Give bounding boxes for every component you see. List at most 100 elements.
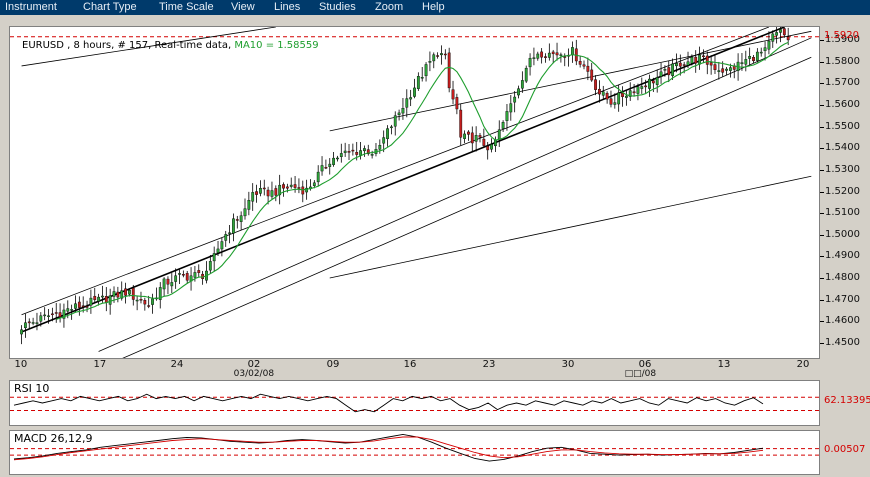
x-tick-label: 13 bbox=[717, 359, 731, 370]
candle-body bbox=[147, 305, 151, 307]
candle bbox=[278, 174, 282, 205]
candle-body bbox=[347, 151, 351, 153]
candle bbox=[659, 62, 663, 84]
rsi-pane[interactable]: RSI 10 bbox=[9, 380, 820, 426]
candle-body bbox=[617, 92, 621, 105]
candle-body bbox=[316, 171, 320, 183]
candle-body bbox=[135, 299, 139, 302]
candle-body bbox=[420, 77, 424, 79]
candle bbox=[297, 178, 301, 194]
candle bbox=[759, 47, 763, 57]
candle bbox=[389, 124, 393, 135]
menu-instrument[interactable]: Instrument bbox=[5, 0, 57, 15]
menu-lines[interactable]: Lines bbox=[274, 0, 300, 15]
candle bbox=[54, 302, 58, 323]
candle bbox=[424, 62, 428, 82]
candle-body bbox=[578, 61, 582, 65]
macd-value-label: 0.00507 bbox=[824, 444, 866, 455]
candle bbox=[571, 41, 574, 63]
candle bbox=[467, 130, 470, 141]
candle bbox=[31, 317, 35, 326]
candle-body bbox=[124, 288, 127, 296]
menu-chart-type[interactable]: Chart Type bbox=[83, 0, 137, 15]
candle-body bbox=[112, 291, 116, 297]
rsi-y-axis: 62.13395 bbox=[820, 380, 870, 426]
candle bbox=[409, 89, 413, 107]
y-tick-mark bbox=[820, 83, 824, 85]
candle-body bbox=[416, 76, 420, 89]
candle-body bbox=[432, 54, 436, 62]
candle bbox=[89, 289, 93, 314]
candle bbox=[62, 303, 66, 328]
x-month-label: 03/02/08 bbox=[233, 369, 275, 379]
y-tick-label: 1.5400 bbox=[825, 142, 860, 154]
candle bbox=[262, 179, 266, 196]
candle-body bbox=[81, 305, 85, 307]
x-tick-label: 16 bbox=[403, 359, 417, 370]
candle-body bbox=[698, 54, 701, 65]
candle-body bbox=[501, 122, 505, 129]
candle-body bbox=[655, 77, 659, 85]
menu-studies[interactable]: Studies bbox=[319, 0, 356, 15]
candle bbox=[274, 185, 278, 202]
candle-body bbox=[39, 315, 43, 322]
candle-body bbox=[497, 129, 501, 140]
x-tick-label: 17 bbox=[93, 359, 107, 370]
menu-zoom[interactable]: Zoom bbox=[375, 0, 403, 15]
candle-body bbox=[590, 69, 594, 81]
rsi-title: RSI 10 bbox=[14, 382, 50, 395]
candle bbox=[247, 191, 251, 216]
candle bbox=[359, 141, 362, 160]
candle bbox=[104, 287, 108, 312]
candle bbox=[139, 291, 143, 304]
candle-body bbox=[779, 29, 782, 33]
candle-body bbox=[228, 232, 231, 234]
candle bbox=[320, 156, 324, 176]
rsi-chart-svg bbox=[10, 393, 819, 413]
candle-body bbox=[301, 186, 305, 195]
candle-body bbox=[748, 55, 752, 59]
candle bbox=[490, 138, 493, 153]
candle-body bbox=[598, 88, 601, 95]
candle bbox=[339, 143, 343, 163]
candle-body bbox=[389, 126, 393, 129]
chart-frame: EURUSD , 8 hours, # 157, Real-time data,… bbox=[0, 15, 870, 477]
candle-body bbox=[632, 91, 636, 94]
candle-body bbox=[528, 57, 532, 68]
candle bbox=[520, 71, 524, 93]
candle-body bbox=[759, 51, 763, 54]
candle bbox=[58, 303, 62, 323]
candle-body bbox=[220, 241, 224, 250]
candle-body bbox=[443, 53, 447, 56]
candle-body bbox=[108, 295, 112, 305]
candle-body bbox=[47, 315, 50, 317]
candle-body bbox=[58, 312, 62, 317]
candle bbox=[405, 89, 409, 118]
candle-body bbox=[393, 115, 397, 127]
menu-time-scale[interactable]: Time Scale bbox=[159, 0, 214, 15]
ma-value-label: MA10 = 1.58559 bbox=[234, 40, 319, 51]
y-tick-mark bbox=[820, 213, 824, 215]
ma10-line bbox=[56, 41, 789, 320]
price-chart-pane[interactable]: EURUSD , 8 hours, # 157, Real-time data,… bbox=[9, 26, 820, 359]
candle-body bbox=[74, 303, 77, 309]
candle bbox=[332, 152, 335, 167]
menu-help[interactable]: Help bbox=[422, 0, 445, 15]
candle-body bbox=[166, 278, 170, 285]
y-tick-mark bbox=[820, 148, 824, 150]
candle-body bbox=[763, 47, 767, 52]
macd-pane[interactable]: MACD 26,12,9 bbox=[9, 430, 820, 475]
candle-body bbox=[89, 297, 93, 306]
candle-body bbox=[478, 135, 482, 138]
candle-body bbox=[559, 54, 563, 56]
menu-view[interactable]: View bbox=[231, 0, 255, 15]
candle bbox=[752, 55, 755, 64]
candle-body bbox=[486, 145, 490, 151]
candle bbox=[667, 60, 671, 83]
x-tick-label: 24 bbox=[170, 359, 184, 370]
candle bbox=[366, 144, 370, 156]
candle bbox=[779, 27, 782, 43]
y-tick-label: 1.5200 bbox=[825, 185, 860, 197]
candle bbox=[609, 90, 613, 108]
candle-body bbox=[686, 61, 690, 66]
